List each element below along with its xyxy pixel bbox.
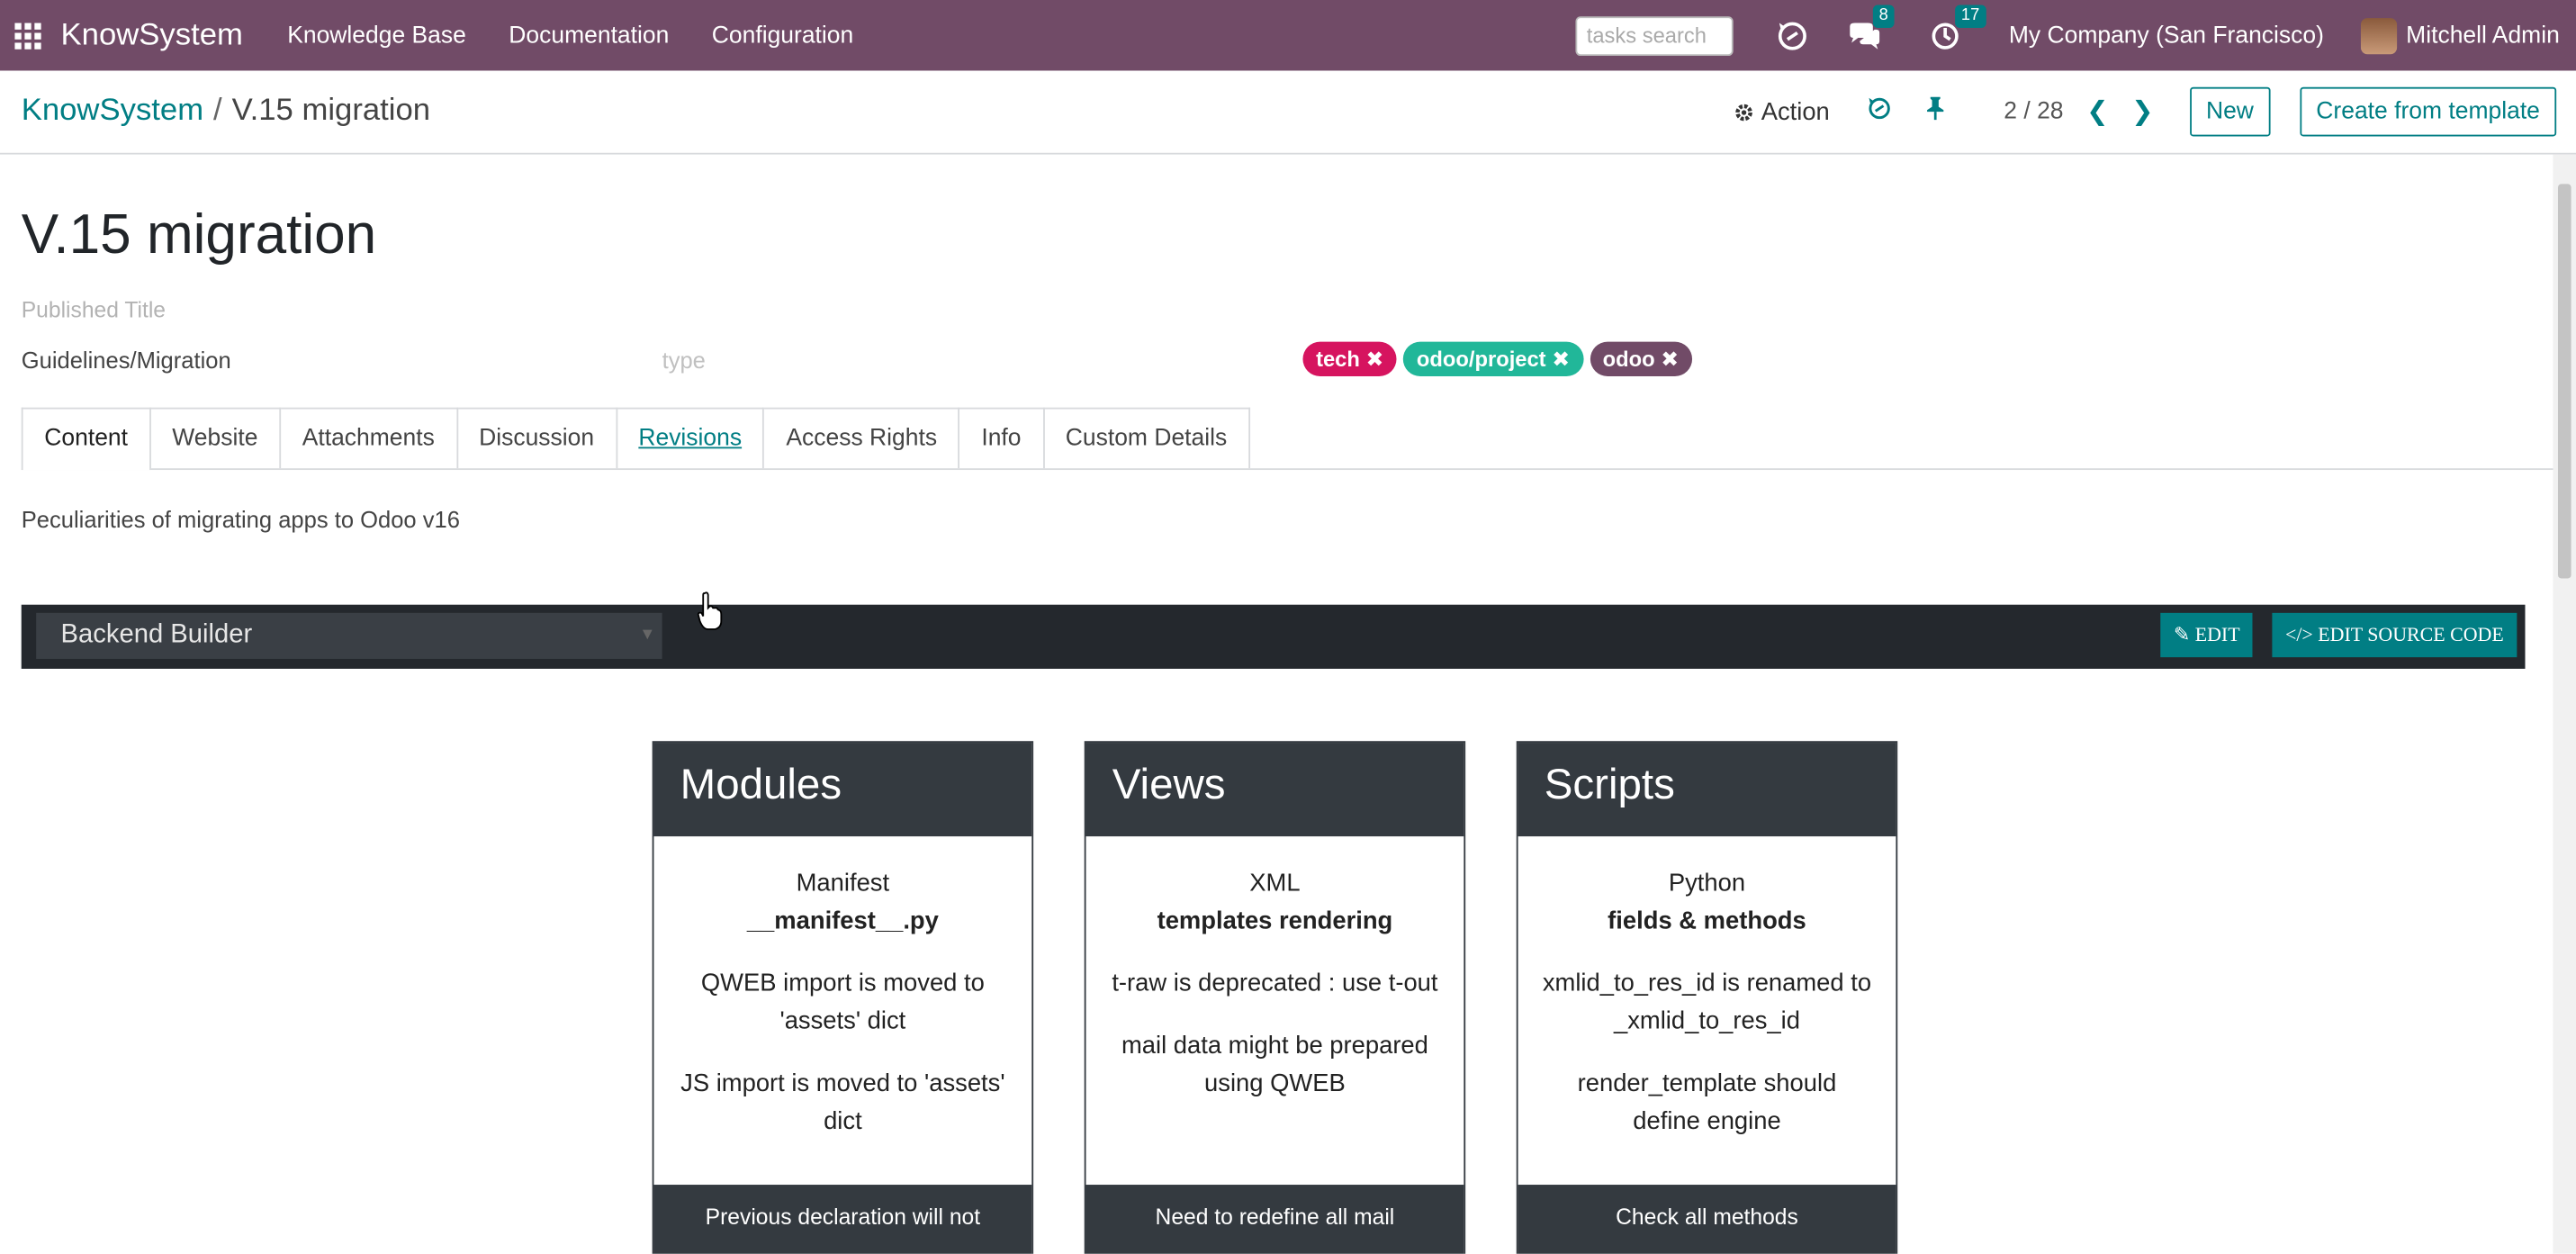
tab-content[interactable]: Content [21,407,151,471]
app-brand[interactable]: KnowSystem [61,17,243,53]
form-sheet: V.15 migration Published Title Guideline… [0,155,2553,1254]
breadcrumb-root-link[interactable]: KnowSystem [22,94,203,128]
remove-tag-icon[interactable]: ✖ [1552,347,1570,371]
tab-attachments[interactable]: Attachments [280,407,458,469]
card-line-bold: templates rendering [1157,907,1393,935]
notebook-tabs: Content Website Attachments Discussion R… [21,407,2553,471]
builder-select[interactable]: Backend Builder ▼ [36,612,662,659]
card-body: Manifest __manifest__.py QWEB import is m… [653,836,1031,1141]
tab-discussion[interactable]: Discussion [457,407,617,469]
new-button[interactable]: New [2189,86,2271,137]
tab-revisions[interactable]: Revisions [617,407,765,469]
hand-cursor-icon [697,591,723,631]
breadcrumb: KnowSystem / V.15 migration [22,94,430,130]
chevron-down-icon: ▼ [639,626,656,645]
card-scripts: Scripts Python fields & methods xmlid_to_… [1516,741,1898,1254]
tag-label: odoo [1602,347,1655,372]
discuss-refresh-icon[interactable] [1776,19,1809,52]
apps-menu-icon[interactable] [14,22,41,49]
gear-icon [1735,103,1752,121]
pager-next-icon[interactable]: ❯ [2131,95,2153,129]
card-paragraph: mail data might be prepared using QWEB [1121,1032,1428,1098]
activities-badge: 17 [1954,4,1986,28]
record-title[interactable]: V.15 migration [22,203,376,267]
tab-website[interactable]: Website [150,407,281,469]
card-title: Modules [653,743,1032,837]
tag-chip[interactable]: odoo/project ✖ [1403,341,1583,376]
tasks-search-input[interactable]: tasks search [1574,15,1734,56]
remove-tag-icon[interactable]: ✖ [1661,347,1679,371]
activities-clock-icon[interactable]: 17 [1930,4,1986,50]
company-switcher[interactable]: My Company (San Francisco) [2009,23,2324,49]
card-modules: Modules Manifest __manifest__.py QWEB imp… [652,741,1034,1254]
scrollbar-thumb[interactable] [2557,184,2571,579]
control-panel: KnowSystem / V.15 migration Action 2 / 28 … [0,70,2576,155]
messages-icon[interactable]: 8 [1848,4,1896,50]
tags-field: tech ✖ odoo/project ✖ odoo ✖ [1302,341,1692,376]
menu-knowledge-base[interactable]: Knowledge Base [287,23,466,49]
card-line: Python [1668,869,1746,898]
card-body: XML templates rendering t-raw is deprecat… [1086,836,1464,1103]
article-description: Peculiarities of migrating apps to Odoo … [21,506,460,533]
builder-select-value: Backend Builder [60,620,253,649]
edit-source-code-button[interactable]: </> EDIT SOURCE CODE [2272,612,2517,658]
create-from-template-button[interactable]: Create from template [2300,86,2557,137]
card-paragraph: QWEB import is moved to 'assets' dict [700,969,985,1035]
pager-previous-icon[interactable]: ❮ [2086,95,2108,129]
messages-badge: 8 [1872,4,1896,28]
menu-documentation[interactable]: Documentation [509,23,669,49]
card-paragraph: JS import is moved to 'assets' dict [680,1069,1005,1136]
card-line: XML [1249,869,1301,898]
action-menu-button[interactable]: Action [1734,98,1830,126]
menu-configuration[interactable]: Configuration [712,23,853,49]
card-footer: Check all methods [1518,1185,1896,1254]
card-title: Views [1085,743,1464,837]
page-scrollbar[interactable] [2553,154,2576,1254]
refresh-icon[interactable] [1866,95,1892,129]
tab-access-rights[interactable]: Access Rights [764,407,960,469]
breadcrumb-separator: / [213,94,222,129]
type-field[interactable]: type [662,347,706,373]
html-editor-toolbar: Backend Builder ▼ ✎ EDIT </> EDIT SOURCE… [21,604,2526,669]
pin-icon[interactable] [1925,95,1945,129]
user-avatar[interactable] [2360,17,2397,54]
card-line: Manifest [796,869,890,898]
card-title: Scripts [1518,743,1896,837]
card-paragraph: render_template should define engine [1577,1069,1837,1136]
tag-label: tech [1316,347,1360,372]
edit-source-label: EDIT SOURCE CODE [2318,622,2504,646]
tag-label: odoo/project [1416,347,1546,372]
card-views: Views XML templates rendering t-raw is de… [1084,741,1466,1254]
action-label: Action [1761,97,1830,126]
edit-label: EDIT [2194,622,2240,646]
published-title-field[interactable]: Published Title [22,297,166,321]
card-line-bold: __manifest__.py [746,907,939,935]
tabs-spacer [1250,408,2553,469]
card-footer: Need to redefine all mail [1085,1185,1464,1254]
main-navbar: KnowSystem Knowledge Base Documentation … [0,0,2576,71]
tab-info[interactable]: Info [959,407,1045,469]
tag-chip[interactable]: tech ✖ [1302,341,1397,376]
edit-button[interactable]: ✎ EDIT [2160,612,2254,658]
section-field[interactable]: Guidelines/Migration [22,347,231,373]
card-footer: Previous declaration will not [653,1185,1032,1254]
tab-custom-details[interactable]: Custom Details [1044,407,1250,469]
record-pager[interactable]: 2 / 28 [2004,99,2063,125]
remove-tag-icon[interactable]: ✖ [1365,347,1383,371]
breadcrumb-current: V.15 migration [231,94,431,129]
tag-chip[interactable]: odoo ✖ [1590,341,1692,376]
card-body: Python fields & methods xmlid_to_res_id i… [1518,836,1896,1141]
card-paragraph: xmlid_to_res_id is renamed to _xmlid_to_… [1542,969,1872,1035]
card-line-bold: fields & methods [1608,907,1806,935]
card-paragraph: t-raw is deprecated : use t-out [1112,969,1438,997]
user-menu[interactable]: Mitchell Admin [2406,23,2560,49]
